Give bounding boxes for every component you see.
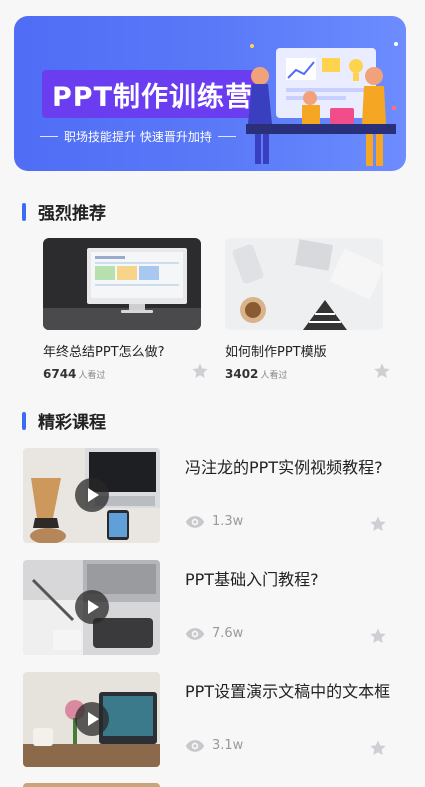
star-icon[interactable] [369,739,387,761]
course-title: 冯注龙的PPT实例视频教程? [185,458,383,477]
course-views: 7.6w [185,626,243,641]
banner-subtitle-row: 职场技能提升 快速晋升加持 [34,128,242,145]
play-icon[interactable] [75,478,109,512]
play-icon[interactable] [75,590,109,624]
card-title: 年终总结PPT怎么做? [43,345,165,360]
card-thumbnail [43,238,201,330]
section-title: 精彩课程 [38,413,106,433]
banner-title-box: PPT制作训练营 [42,70,263,118]
course-title: PPT设置演示文稿中的文本框 [185,682,391,701]
views-count: 7.6w [212,626,244,641]
section-title: 强烈推荐 [38,204,106,224]
recommend-card[interactable]: 如何制作PPT模版 3402 人看过 [225,238,390,381]
card-views: 3402 人看过 [225,367,287,381]
views-unit: 人看过 [78,371,106,381]
course-item[interactable]: PPT设置演示文稿中的文本框 3.1w [23,672,395,767]
card-title: 如何制作PPT模版 [225,345,327,360]
views-unit: 人看过 [260,371,288,381]
course-item-partial[interactable] [23,783,160,787]
eye-icon [185,627,205,640]
views-count: 3.1w [212,738,244,753]
course-thumbnail [23,448,160,543]
star-icon[interactable] [369,515,387,537]
course-thumbnail [23,672,160,767]
course-title: PPT基础入门教程? [185,570,319,589]
play-icon[interactable] [75,702,109,736]
section-accent-bar [22,202,26,221]
divider [217,136,236,137]
course-views: 3.1w [185,738,243,753]
star-icon[interactable] [369,627,387,649]
banner[interactable]: PPT制作训练营 职场技能提升 快速晋升加持 [14,16,406,171]
course-item[interactable]: PPT基础入门教程? 7.6w [23,560,395,655]
recommend-section-header: 强烈推荐 [22,199,106,224]
eye-icon [185,515,205,528]
eye-icon [185,739,205,752]
course-thumbnail [23,560,160,655]
course-item[interactable]: 冯注龙的PPT实例视频教程? 1.3w [23,448,395,543]
views-count: 1.3w [212,514,244,529]
card-thumbnail [225,238,383,330]
banner-subtitle: 职场技能提升 快速晋升加持 [64,130,212,144]
banner-illustration [246,42,398,166]
recommend-card[interactable]: 年终总结PPT怎么做? 6744 人看过 [43,238,208,381]
courses-section-header: 精彩课程 [22,408,106,433]
card-views: 6744 人看过 [43,367,105,381]
section-accent-bar [22,411,26,430]
star-icon[interactable] [191,362,209,384]
star-icon[interactable] [373,362,391,384]
banner-title: PPT制作训练营 [52,81,253,113]
divider [40,136,58,137]
views-count: 6744 [43,367,77,381]
course-views: 1.3w [185,514,243,529]
views-count: 3402 [225,367,259,381]
